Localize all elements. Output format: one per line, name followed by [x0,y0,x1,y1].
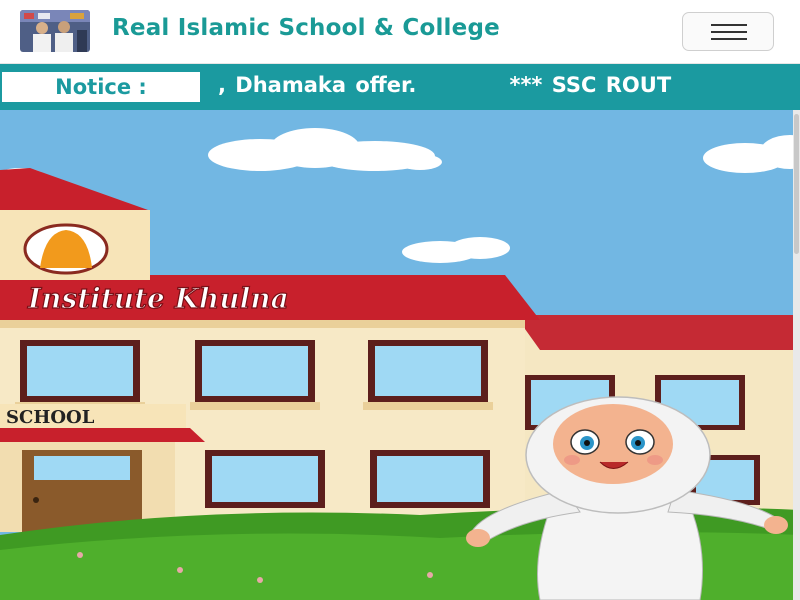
scrollbar[interactable] [793,110,800,600]
top-navbar: Real Islamic School & College [0,0,800,64]
school-photo-logo-icon [20,10,90,52]
hamburger-menu-icon [711,38,747,40]
brand-logo[interactable] [20,10,90,52]
notice-text[interactable]: , Dhamaka offer. *** SSC ROUT [218,73,671,97]
notice-marquee[interactable]: , Dhamaka offer. *** SSC ROUT [200,64,800,110]
hero-banner: Institute Khulna SCHOOL [0,110,800,600]
hamburger-menu-icon [711,31,747,33]
notice-label: Notice : [2,72,200,102]
institute-sign-text: Institute Khulna [27,282,289,315]
brand-title[interactable]: Real Islamic School & College [112,15,500,41]
hamburger-menu-button[interactable] [682,12,774,51]
scrollbar-thumb[interactable] [794,114,799,254]
hamburger-menu-icon [711,24,747,26]
school-illustration: Institute Khulna SCHOOL [0,110,800,600]
notice-bar: Notice : , Dhamaka offer. *** SSC ROUT [0,64,800,110]
school-sign-text: SCHOOL [6,407,95,428]
